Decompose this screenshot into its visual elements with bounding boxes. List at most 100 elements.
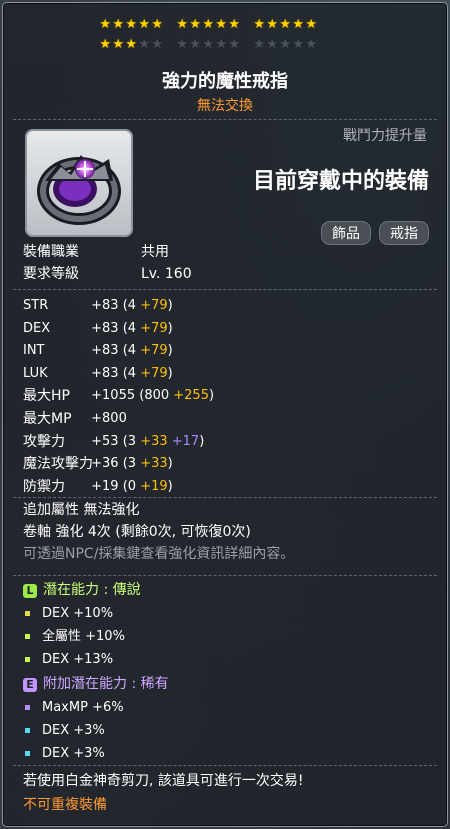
stat-tail: ) (167, 456, 173, 472)
star-icon: ★ (305, 37, 318, 52)
star-icon: ★ (189, 37, 202, 52)
stat-bonus: +19 (140, 478, 168, 494)
additional-potential-header: E 附加潛在能力 : 稀有 (23, 673, 169, 696)
requirement-row: 裝備職業 共用 (23, 241, 192, 263)
stat-tail: ) (208, 388, 215, 404)
stat-list: STR +83 (4 +79) DEX +83 (4 +79) INT +83 (4… (23, 295, 214, 498)
requirements: 裝備職業 共用 要求等級 Lv. 160 (23, 241, 192, 285)
star-icon: ★ (189, 17, 202, 32)
star-row-2: ★ ★ ★ ★ ★ ★ ★ ★ ★ ★ ★ ★ ★ ★ ★ (99, 35, 369, 55)
stat-tail: ) (167, 365, 173, 381)
equipped-status: 目前穿戴中的裝備 (252, 169, 429, 194)
stat-base: +19 (0 (87, 478, 141, 494)
bullet-icon (25, 634, 30, 639)
stat-base: +1055 (800 (87, 388, 174, 404)
ring-icon (37, 155, 121, 225)
potential-title: 潛在能力 : 傳說 (43, 582, 141, 598)
divider (13, 119, 437, 120)
star-icon: ★ (202, 37, 215, 52)
item-tags: 飾品 戒指 (321, 221, 429, 245)
stat-base: +83 (4 (87, 298, 141, 313)
star-icon: ★ (99, 37, 112, 52)
enhancement-hint: 可透過NPC/採集鍵查看強化資訊詳細內容。 (23, 546, 295, 562)
additional-attribute: 追加屬性 無法強化 (23, 502, 140, 518)
requirement-label: 要求等級 (23, 266, 79, 282)
bullet-icon (25, 728, 30, 733)
star-icon: ★ (292, 17, 305, 32)
item-icon-frame (25, 129, 133, 237)
stat-name: 最大HP (23, 388, 70, 405)
requirement-row: 要求等級 Lv. 160 (23, 263, 192, 285)
stat-base: +800 (87, 410, 127, 426)
stat-base: +36 (3 (87, 456, 141, 472)
star-group: ★ ★ ★ ★ ★ (99, 15, 164, 35)
star-icon: ★ (112, 17, 125, 32)
stat-tail: ) (167, 478, 173, 494)
star-icon: ★ (305, 17, 318, 32)
stat-base: +83 (4 (87, 343, 141, 359)
stat-row: STR +83 (4 +79) (23, 295, 214, 318)
star-icon: ★ (138, 17, 151, 32)
stat-bonus: +79 (140, 320, 168, 336)
star-icon: ★ (228, 17, 241, 32)
stat-row: 攻擊力 +53 (3 +33 +17) (23, 431, 214, 454)
star-icon: ★ (125, 37, 138, 52)
potential-line: 全屬性 +10% (23, 625, 169, 648)
potential-text: DEX +13% (42, 652, 114, 667)
potential-text: 全屬性 +10% (42, 629, 125, 644)
stat-base: +83 (4 (87, 365, 141, 381)
stat-row: DEX +83 (4 +79) (23, 318, 214, 341)
additional-potential-line: MaxMP +6% (23, 696, 169, 719)
star-icon: ★ (202, 17, 215, 32)
combat-power-label: 戰鬥力提升量 (343, 128, 427, 144)
star-group: ★ ★ ★ ★ ★ (253, 15, 318, 35)
epic-badge-icon: E (23, 677, 37, 692)
requirement-value: Lv. 160 (141, 266, 192, 282)
bullet-icon (25, 705, 30, 710)
unique-equip-warning: 不可重複裝備 (23, 797, 107, 813)
tag-accessory: 飾品 (321, 221, 371, 245)
additional-potential-text: DEX +3% (42, 723, 105, 738)
stat-bonus: +79 (140, 298, 168, 313)
additional-potential-title: 附加潛在能力 : 稀有 (43, 676, 169, 692)
star-icon: ★ (176, 17, 189, 32)
stat-row: 最大MP +800 (23, 408, 214, 431)
additional-potential-text: MaxMP +6% (42, 700, 124, 715)
stat-row: INT +83 (4 +79) (23, 340, 214, 363)
tag-ring: 戒指 (379, 221, 429, 245)
divider (13, 289, 437, 290)
star-icon: ★ (99, 17, 112, 32)
stat-row: 魔法攻擊力 +36 (3 +33) (23, 453, 214, 476)
star-icon: ★ (176, 37, 189, 52)
star-icon: ★ (279, 37, 292, 52)
potential-text: DEX +10% (42, 606, 114, 621)
stat-row: 防禦力 +19 (0 +19) (23, 476, 214, 499)
legendary-badge-icon: L (23, 583, 37, 598)
stat-tail: ) (167, 343, 173, 359)
stat-bonus: +33 (140, 456, 168, 472)
star-icon: ★ (279, 17, 292, 32)
bullet-icon (25, 611, 30, 616)
star-icon: ★ (266, 17, 279, 32)
star-group: ★ ★ ★ ★ ★ (176, 15, 241, 35)
trade-restriction: 無法交換 (197, 98, 253, 114)
stat-name: 攻擊力 (23, 433, 65, 450)
star-icon: ★ (266, 37, 279, 52)
potential-line: DEX +10% (23, 602, 169, 625)
star-icon: ★ (151, 17, 164, 32)
star-group: ★ ★ ★ ★ ★ (253, 35, 318, 55)
item-name: 強力的魔性戒指 (162, 71, 288, 92)
item-tooltip: ★ ★ ★ ★ ★ ★ ★ ★ ★ ★ ★ ★ ★ ★ ★ ★ ★ ★ ★ ★ ★ ★ ★ ★ ★ ★ ★ ★ ★ ★ 強力的魔… (2, 2, 448, 827)
potential-header: L 潛在能力 : 傳說 (23, 579, 169, 602)
stat-name: DEX (23, 320, 51, 336)
star-icon: ★ (215, 37, 228, 52)
stat-name: 防禦力 (23, 478, 65, 495)
stat-tail: ) (167, 298, 173, 313)
footer-notes: 若使用白金神奇剪刀, 該道具可進行一次交易! 不可重複裝備 (23, 769, 304, 817)
divider (13, 765, 437, 766)
divider (13, 575, 437, 576)
star-group: ★ ★ ★ ★ ★ (176, 35, 241, 55)
additional-potential-line: DEX +3% (23, 742, 169, 765)
star-icon: ★ (125, 17, 138, 32)
stat-row: 最大HP +1055 (800 +255) (23, 385, 214, 408)
